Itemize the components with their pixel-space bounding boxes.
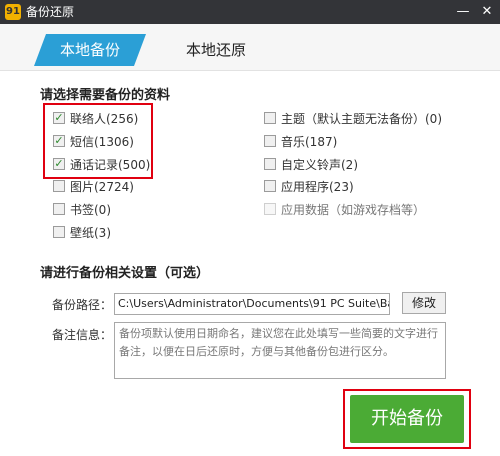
- backup-path-label: 备份路径：: [52, 298, 113, 312]
- checkbox-music-box[interactable]: [264, 135, 276, 147]
- close-icon[interactable]: ✕: [476, 2, 498, 22]
- checkbox-apps-box[interactable]: [264, 180, 276, 192]
- start-backup-button[interactable]: 开始备份: [350, 395, 464, 443]
- checkbox-pictures-box[interactable]: [53, 180, 65, 192]
- checkbox-theme-label: 主题（默认主题无法备份）(0): [281, 112, 442, 126]
- checkbox-call-log-label: 通话记录(500): [70, 158, 151, 172]
- minimize-icon[interactable]: —: [452, 2, 474, 22]
- checkbox-theme-box[interactable]: [264, 112, 276, 124]
- checkbox-sms-box[interactable]: ✓: [53, 135, 65, 147]
- checkbox-app-data-label: 应用数据（如游戏存档等）: [281, 203, 426, 217]
- title-bar: 91 备份还原 — ✕: [0, 0, 500, 24]
- checkbox-app-data-box: [264, 203, 276, 215]
- checkbox-call-log-box[interactable]: ✓: [53, 158, 65, 170]
- checkbox-music-label: 音乐(187): [281, 135, 338, 149]
- note-textarea[interactable]: 备份项默认使用日期命名，建议您在此处填写一些简要的文字进行备注，以便在日后还原时…: [114, 322, 446, 379]
- checkbox-bookmarks-box[interactable]: [53, 203, 65, 215]
- checkbox-ringtones-label: 自定义铃声(2): [281, 158, 358, 172]
- checkbox-contacts-label: 联络人(256): [70, 112, 139, 126]
- checkbox-pictures-label: 图片(2724): [70, 180, 134, 194]
- checkbox-wallpaper-box[interactable]: [53, 226, 65, 238]
- checkbox-apps-label: 应用程序(23): [281, 180, 354, 194]
- checkbox-bookmarks-label: 书签(0): [70, 203, 111, 217]
- tab-bar: 本地备份 本地还原: [0, 24, 500, 71]
- modify-path-button[interactable]: 修改: [402, 292, 446, 314]
- window-title: 备份还原: [26, 5, 75, 19]
- checkbox-contacts-box[interactable]: ✓: [53, 112, 65, 124]
- backup-path-input[interactable]: C:\Users\Administrator\Documents\91 PC S…: [114, 293, 390, 315]
- settings-section-title: 请进行备份相关设置（可选）: [40, 266, 210, 281]
- checkbox-wallpaper-label: 壁纸(3): [70, 226, 111, 240]
- checkbox-sms-label: 短信(1306): [70, 135, 134, 149]
- tab-local-restore[interactable]: 本地还原: [160, 34, 272, 66]
- app-logo-icon: 91: [5, 4, 21, 20]
- note-label: 备注信息：: [52, 328, 113, 342]
- checkbox-ringtones-box[interactable]: [264, 158, 276, 170]
- backup-section-title: 请选择需要备份的资料: [40, 88, 171, 103]
- tab-local-backup[interactable]: 本地备份: [34, 34, 146, 66]
